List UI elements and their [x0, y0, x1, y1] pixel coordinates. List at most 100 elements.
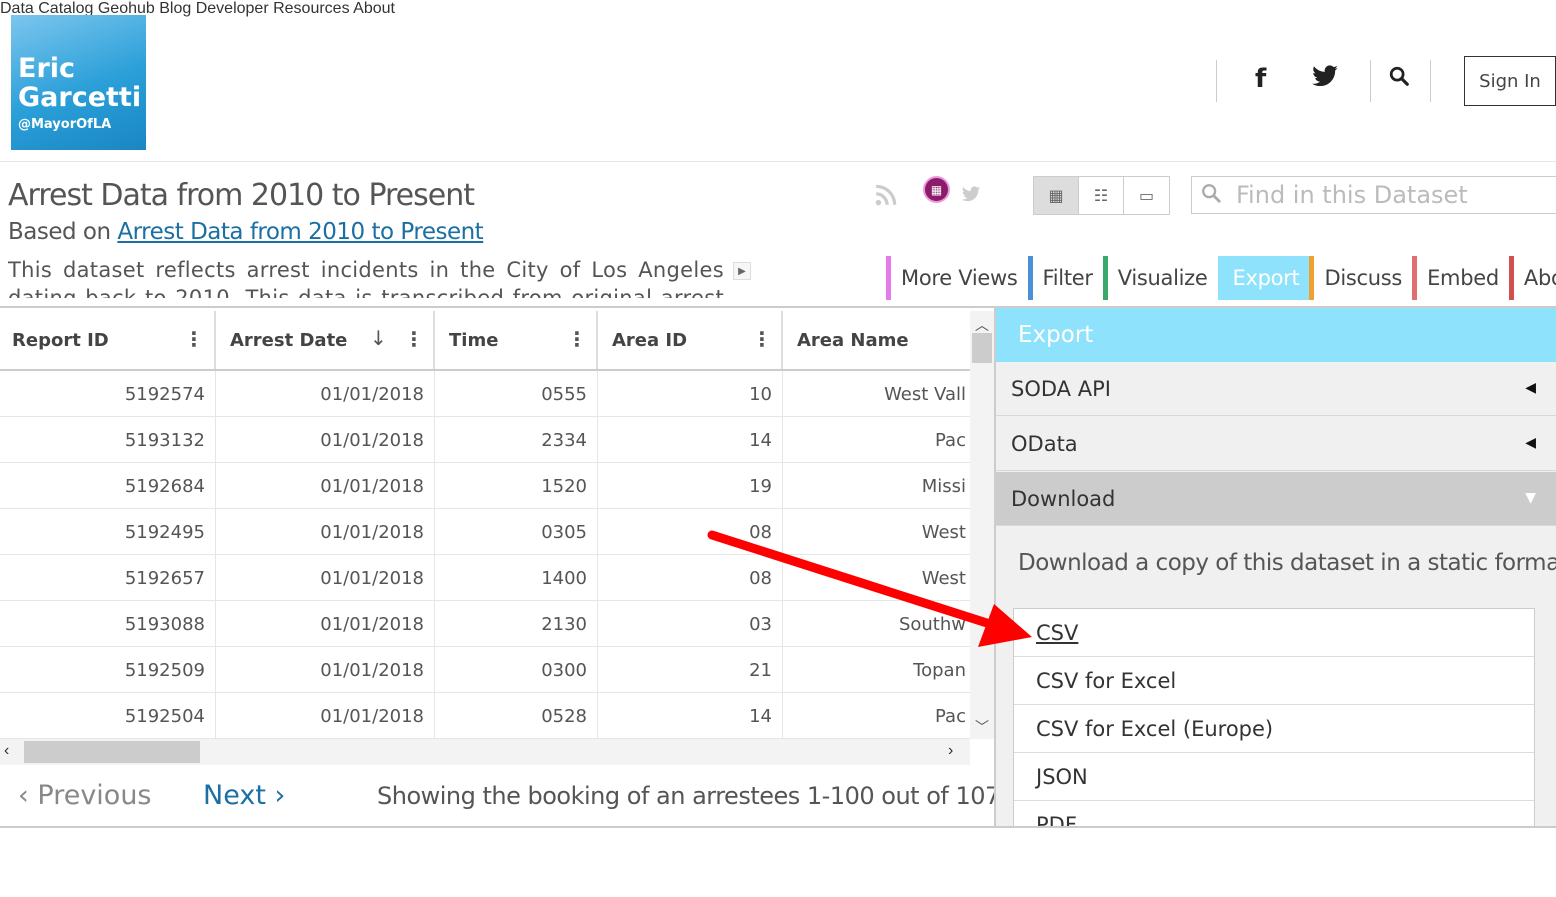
table-cell: 5193132: [0, 417, 216, 463]
table-row[interactable]: 5193132 01/01/2018 2334 14 Pac: [0, 417, 970, 463]
header-divider: [0, 161, 1556, 162]
table-cell: 5192504: [0, 693, 216, 739]
next-button[interactable]: Next ›: [203, 780, 285, 811]
main-nav: Data Catalog Geohub Blog Developer Resou…: [0, 0, 1556, 18]
table-cell: 01/01/2018: [216, 417, 435, 463]
nav-divider: [1216, 60, 1217, 102]
previous-label: Previous: [37, 780, 152, 811]
horizontal-scrollbar[interactable]: ‹ ›: [0, 739, 970, 765]
column-header-arrest-date[interactable]: Arrest Date ↓ ⋮: [216, 311, 435, 369]
column-menu-icon[interactable]: ⋮: [752, 327, 772, 351]
table-cell: West: [921, 521, 966, 543]
search-icon[interactable]: [1388, 64, 1410, 94]
previous-button[interactable]: ‹ Previous: [18, 780, 152, 811]
table-row[interactable]: 5192657 01/01/2018 1400 08 West: [0, 555, 970, 601]
tab-filter[interactable]: Filter: [1027, 256, 1103, 300]
rss-icon[interactable]: [873, 182, 899, 215]
column-header-time[interactable]: Time ⋮: [435, 311, 598, 369]
dataset-description: This dataset reflects arrest incidents i…: [8, 258, 724, 298]
twitter-icon[interactable]: [1310, 62, 1340, 97]
table-cell: 0555: [435, 371, 598, 417]
column-menu-icon[interactable]: ⋮: [184, 327, 204, 351]
tab-embed[interactable]: Embed: [1412, 256, 1509, 300]
nav-developer-resources[interactable]: Developer Resources: [196, 0, 350, 17]
facebook-icon[interactable]: f: [1255, 64, 1266, 94]
download-csv-excel-europe-link[interactable]: CSV for Excel (Europe): [1014, 705, 1534, 753]
expand-description-icon[interactable]: ▶: [733, 262, 751, 280]
nav-about[interactable]: About: [353, 0, 395, 17]
table-row[interactable]: 5192495 01/01/2018 0305 08 West: [0, 509, 970, 555]
download-csv-excel-link[interactable]: CSV for Excel: [1014, 657, 1534, 705]
table-row[interactable]: 5192509 01/01/2018 0300 21 Topan: [0, 647, 970, 693]
section-soda-api[interactable]: SODA API ◀: [996, 362, 1556, 416]
caret-left-icon: ◀: [1525, 435, 1536, 451]
scroll-left-icon[interactable]: ‹: [4, 742, 9, 760]
table-cell: Pac: [935, 705, 966, 727]
mayor-logo[interactable]: Eric Garcetti @MayorOfLA: [11, 15, 146, 150]
table-cell: 0300: [435, 647, 598, 693]
table-cell: 01/01/2018: [216, 693, 435, 739]
scroll-right-icon[interactable]: ›: [948, 742, 953, 760]
table-cell: 01/01/2018: [216, 371, 435, 417]
table-cell: Pac: [935, 429, 966, 451]
search-divider: [1430, 60, 1431, 102]
scroll-up-icon[interactable]: ︿: [975, 315, 989, 335]
tab-export[interactable]: Export: [1217, 256, 1310, 300]
table-cell: 1520: [435, 463, 598, 509]
column-header-area-name[interactable]: Area Name: [783, 311, 970, 369]
based-on-link[interactable]: Arrest Data from 2010 to Present: [117, 219, 483, 245]
chevron-left-icon: ‹: [18, 780, 38, 811]
download-json-link[interactable]: JSON: [1014, 753, 1534, 801]
vertical-scrollbar[interactable]: ︿ ﹀: [970, 311, 994, 739]
column-label: Area Name: [797, 329, 909, 351]
sign-in-button[interactable]: Sign In: [1464, 56, 1556, 106]
column-header-report-id[interactable]: Report ID ⋮: [0, 311, 216, 369]
sort-descending-icon[interactable]: ↓: [370, 326, 387, 350]
table-cell: 0528: [435, 693, 598, 739]
caret-down-icon: ▼: [1525, 490, 1536, 506]
export-panel: Export SODA API ◀ OData ◀ Download ▼ Dow…: [996, 308, 1556, 826]
row-count-status: Showing the booking of an arrestees 1-10…: [377, 782, 1052, 810]
download-description: Download a copy of this dataset in a sta…: [1018, 550, 1556, 576]
column-label: Time: [449, 329, 499, 351]
section-download[interactable]: Download ▼: [996, 472, 1556, 526]
table-cell: 08: [598, 555, 783, 601]
find-search-icon: [1200, 182, 1222, 210]
logo-handle: @MayorOfLA: [18, 117, 112, 132]
based-on: Based on Arrest Data from 2010 to Presen…: [8, 219, 484, 245]
column-menu-icon[interactable]: ⋮: [404, 327, 424, 351]
table-cell: 14: [598, 693, 783, 739]
page-view-icon[interactable]: ▭: [1124, 177, 1169, 214]
calendar-badge-icon[interactable]: ▦: [923, 176, 950, 203]
tab-more-views[interactable]: More Views: [886, 256, 1028, 300]
column-header-area-id[interactable]: Area ID ⋮: [598, 311, 783, 369]
scroll-thumb[interactable]: [972, 333, 992, 363]
download-pdf-link[interactable]: PDF: [1014, 801, 1534, 827]
scroll-thumb[interactable]: [24, 741, 200, 763]
table-cell: Southw: [898, 613, 966, 635]
scroll-down-icon[interactable]: ﹀: [975, 717, 989, 737]
table-cell: 2130: [435, 601, 598, 647]
tab-about[interactable]: About: [1508, 256, 1556, 300]
table-row[interactable]: 5192574 01/01/2018 0555 10 West Vall: [0, 371, 970, 417]
table-cell: 5192574: [0, 371, 216, 417]
table-row[interactable]: 5192504 01/01/2018 0528 14 Pac: [0, 693, 970, 739]
tab-visualize[interactable]: Visualize: [1102, 256, 1218, 300]
grid-view-icon[interactable]: ▦: [1034, 177, 1079, 214]
footer-divider: [0, 826, 1556, 828]
column-menu-icon[interactable]: ⋮: [567, 327, 587, 351]
list-view-icon[interactable]: ☷: [1079, 177, 1124, 214]
view-toggle: ▦ ☷ ▭: [1033, 176, 1170, 215]
find-input[interactable]: [1236, 180, 1546, 210]
nav-blog[interactable]: Blog: [159, 0, 191, 17]
column-label: Area ID: [612, 329, 688, 351]
table-row[interactable]: 5193088 01/01/2018 2130 03 Southw: [0, 601, 970, 647]
download-csv-link[interactable]: CSV: [1014, 609, 1534, 657]
table-cell: 01/01/2018: [216, 647, 435, 693]
table-cell: 0305: [435, 509, 598, 555]
table-cell: 01/01/2018: [216, 463, 435, 509]
twitter-share-icon[interactable]: [960, 184, 982, 210]
table-row[interactable]: 5192684 01/01/2018 1520 19 Missi: [0, 463, 970, 509]
section-odata[interactable]: OData ◀: [996, 417, 1556, 471]
tab-discuss[interactable]: Discuss: [1309, 256, 1412, 300]
